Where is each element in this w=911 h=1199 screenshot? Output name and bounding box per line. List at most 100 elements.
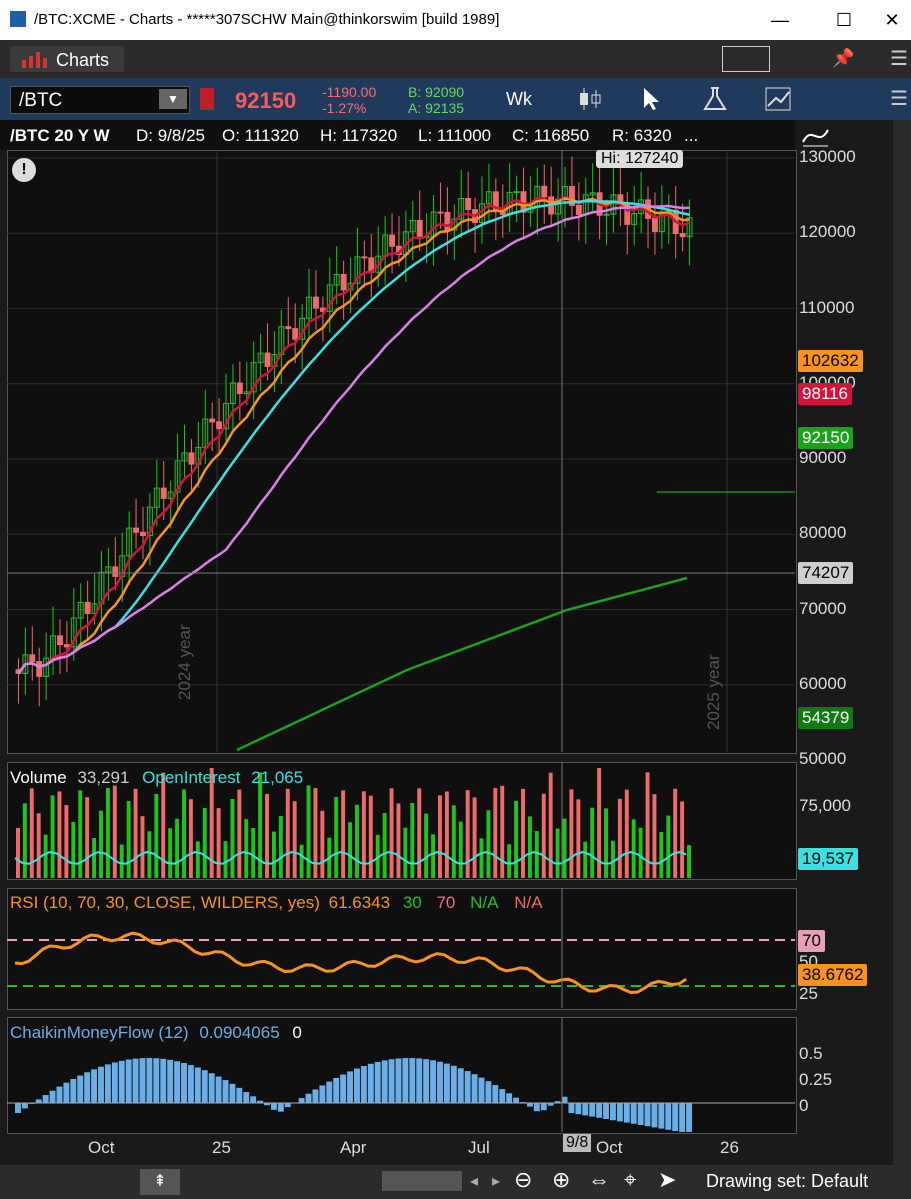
candle-body[interactable] <box>236 382 243 395</box>
volume-bar <box>175 818 180 878</box>
candle-body[interactable] <box>312 296 319 309</box>
expand-panel-button[interactable]: ⇞ <box>140 1169 180 1195</box>
cmf-bar <box>132 1058 139 1103</box>
candle-body[interactable] <box>84 601 91 615</box>
candle-body[interactable] <box>285 326 292 330</box>
layout-box[interactable] <box>722 46 770 72</box>
ma-cyan-line <box>17 199 690 675</box>
volume-bar <box>251 828 256 878</box>
candle-body[interactable] <box>389 234 396 247</box>
right-sidebar[interactable] <box>893 120 911 1180</box>
bottom-bar: ⇞ ◂ ▸ ⊖ ⊕ ⇔ ⌖ ➤ Drawing set: Default <box>0 1165 911 1199</box>
drawings-icon[interactable] <box>764 86 794 112</box>
pin-icon[interactable]: 📌 <box>832 48 854 69</box>
cmf-bar <box>319 1085 326 1103</box>
candle-body[interactable] <box>340 273 347 291</box>
menu-icon[interactable]: ☰ <box>890 46 908 71</box>
candle-body[interactable] <box>444 211 451 231</box>
zoom-out-icon[interactable]: ⊖ <box>514 1167 532 1193</box>
candle-body[interactable] <box>63 644 70 648</box>
cmf-bar <box>146 1058 153 1103</box>
price-tag: 54379 <box>798 707 854 729</box>
volume-oi-tag: 19,537 <box>798 848 858 870</box>
last-price: 92150 <box>235 88 297 113</box>
cmf-bar <box>70 1078 77 1103</box>
volume-bar <box>486 810 491 878</box>
candle-body[interactable] <box>57 635 63 646</box>
candle-body[interactable] <box>140 531 146 537</box>
scroll-right-icon[interactable]: ▸ <box>492 1171 500 1191</box>
cmf-bar <box>270 1103 277 1110</box>
candle-body[interactable] <box>465 198 472 211</box>
volume-bar <box>576 799 581 878</box>
candle-body[interactable] <box>541 185 548 198</box>
close-button[interactable]: ✕ <box>872 6 911 34</box>
candle-body[interactable] <box>36 661 43 677</box>
candle-body[interactable] <box>292 328 299 340</box>
volume-bar <box>119 844 124 878</box>
rsi-na1: N/A <box>470 893 498 912</box>
volume-value: 33,291 <box>77 768 130 787</box>
candle-body[interactable] <box>160 487 167 499</box>
studies-flask-icon[interactable] <box>702 86 728 112</box>
drawing-set-label[interactable]: Drawing set: Default <box>706 1171 868 1192</box>
cmf-bar <box>305 1093 312 1103</box>
cmf-bar <box>118 1060 125 1103</box>
crosshair-icon[interactable]: ⌖ <box>624 1167 636 1193</box>
period-selector[interactable]: Wk <box>506 89 532 110</box>
candle-body[interactable] <box>416 219 423 239</box>
volume-bar <box>534 830 539 878</box>
volume-bar <box>624 789 629 878</box>
chevron-down-icon[interactable]: ▼ <box>159 89 187 109</box>
maximize-button[interactable]: ☐ <box>824 6 864 34</box>
candle-body[interactable] <box>188 452 195 465</box>
candle-body[interactable] <box>133 527 140 533</box>
alert-icon[interactable]: ! <box>12 158 36 182</box>
price-chart[interactable] <box>7 150 795 752</box>
cmf-bar <box>388 1059 395 1103</box>
candle-body[interactable] <box>209 418 216 423</box>
minimize-button[interactable]: — <box>760 6 800 34</box>
symbol-selector[interactable]: /BTC ▼ <box>10 86 190 114</box>
tab-charts[interactable]: Charts <box>10 46 124 72</box>
year-label-2025: 2025 year <box>704 654 723 730</box>
header-more[interactable]: ... <box>684 126 698 146</box>
more-menu-icon[interactable]: ☰ <box>890 86 908 111</box>
volume-bar <box>43 834 48 878</box>
zoom-fit-icon[interactable]: ⇔ <box>588 1167 610 1193</box>
alert-flag-icon[interactable] <box>200 88 214 110</box>
candle-body[interactable] <box>513 191 520 194</box>
cmf-bar <box>651 1103 658 1128</box>
pointer-icon[interactable]: ➤ <box>658 1167 676 1193</box>
volume-bar <box>168 828 173 878</box>
volume-bar <box>617 798 622 878</box>
volume-bar <box>16 828 20 878</box>
candle-body[interactable] <box>216 421 223 430</box>
cmf-tick-0.5: 0.5 <box>799 1044 823 1063</box>
cmf-bar <box>381 1060 388 1103</box>
zoom-in-icon[interactable]: ⊕ <box>552 1167 570 1193</box>
high-label: Hi: 127240 <box>596 150 684 168</box>
candle-body[interactable] <box>679 233 686 238</box>
cursor-icon[interactable] <box>640 86 664 112</box>
candle-body[interactable] <box>575 204 582 216</box>
style-curve-icon[interactable] <box>800 122 832 150</box>
volume-bar <box>396 803 401 878</box>
candle-body[interactable] <box>361 256 368 259</box>
candle-body[interactable] <box>651 217 658 233</box>
bar-range: R: 6320 <box>612 126 672 145</box>
cmf-bar <box>416 1058 423 1103</box>
volume-bar <box>444 791 449 878</box>
cmf-bar <box>609 1103 616 1121</box>
x-axis-label: 26 <box>720 1138 739 1157</box>
candlestick-icon[interactable] <box>576 86 606 112</box>
scrollbar[interactable] <box>382 1171 462 1191</box>
candle-body[interactable] <box>29 654 36 663</box>
scroll-left-icon[interactable]: ◂ <box>470 1171 478 1191</box>
tab-row: Charts 📌 ☰ <box>0 40 911 79</box>
cmf-bar <box>208 1073 215 1103</box>
candle-body[interactable] <box>437 211 444 214</box>
candle-body[interactable] <box>112 566 119 577</box>
candle-body[interactable] <box>264 352 271 367</box>
cmf-bar <box>347 1071 353 1103</box>
